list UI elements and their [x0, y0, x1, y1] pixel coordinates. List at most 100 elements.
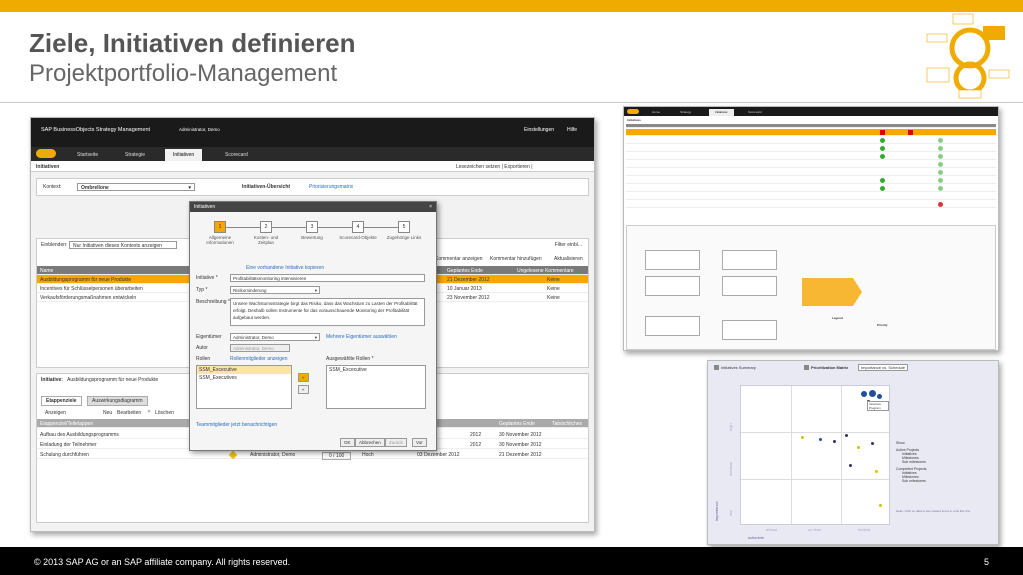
tab-impact-diagram[interactable]: Auswirkungsdiagramm: [87, 396, 148, 406]
toolbar-actions[interactable]: Lesezeichen setzen | Exportieren |: [456, 164, 533, 170]
show-comment[interactable]: Kommentar anzeigen: [435, 256, 483, 262]
add-role-button[interactable]: »: [298, 373, 309, 382]
overview-tab[interactable]: Initiativen-Übersicht: [242, 184, 290, 190]
selected-roles-list[interactable]: SSM_Excecutive: [326, 365, 426, 409]
matrix-point[interactable]: [861, 391, 867, 397]
tab-scorecard[interactable]: Scorecard: [742, 109, 768, 116]
show-role-members-link[interactable]: Rollenmitglieder anzeigen: [230, 356, 288, 362]
step-1[interactable]: 1: [214, 221, 226, 233]
help-link[interactable]: Hilfe: [567, 127, 577, 133]
chevron-down-icon: ▾: [188, 185, 191, 191]
app-menu-button[interactable]: [627, 109, 639, 114]
chevron-down-icon: ▾: [314, 335, 317, 340]
tab-initiatives-summary[interactable]: Initiatives Summary: [721, 365, 756, 370]
matrix-point[interactable]: [819, 438, 822, 441]
list-item[interactable]: SSM_Excecutive: [197, 366, 291, 374]
list-item[interactable]: SSM_Executives: [197, 374, 291, 382]
matrix-tooltip: Incentive Program: [867, 401, 889, 411]
tab-strategy[interactable]: Strategie: [117, 149, 153, 161]
description-textarea[interactable]: Unsere Wachstumsstrategie birgt das Risi…: [230, 298, 425, 326]
matrix-point[interactable]: [857, 446, 860, 449]
table-row[interactable]: [626, 193, 996, 200]
ok-button[interactable]: OK: [340, 438, 355, 447]
y-tick: medium: [728, 461, 733, 476]
step-3[interactable]: 3: [306, 221, 318, 233]
legend-item[interactable]: Sub milestones: [896, 479, 992, 483]
filter-toggle[interactable]: Filter einbl...: [555, 242, 582, 248]
legend-item[interactable]: Sub milestones: [896, 460, 992, 464]
matrix-point[interactable]: [875, 470, 878, 473]
matrix-point[interactable]: [871, 442, 874, 445]
tab-scorecard[interactable]: Scorecard: [217, 149, 256, 161]
diagram-node[interactable]: [645, 276, 700, 296]
selected-roles-label: Ausgewählte Rollen *: [326, 356, 374, 362]
table-row[interactable]: Schulung durchführen Administrator, Demo…: [37, 450, 588, 460]
matrix-point[interactable]: [849, 464, 852, 467]
settings-link[interactable]: Einstellungen: [524, 127, 554, 133]
x-tick: ahead: [766, 527, 778, 532]
back-button[interactable]: Zurück: [385, 438, 407, 447]
remove-role-button[interactable]: «: [298, 385, 309, 394]
matrix-point[interactable]: [833, 440, 836, 443]
new-button[interactable]: Neu: [103, 410, 112, 416]
multiple-owners-link[interactable]: Mehrere Eigentümer auswählen: [326, 334, 397, 340]
diagram-node[interactable]: [645, 250, 700, 270]
delete-icon[interactable]: ✕: [147, 409, 151, 415]
roles-label: Rollen: [196, 356, 211, 362]
matrix-select[interactable]: Importance vs. Schedule: [858, 364, 909, 371]
matrix-link[interactable]: Priorisierungsmatrix: [309, 184, 353, 190]
roles-list[interactable]: SSM_Excecutive SSM_Executives: [196, 365, 292, 409]
owner-label: Eigentümer: [196, 334, 222, 340]
step-5[interactable]: 5: [398, 221, 410, 233]
table-row[interactable]: [626, 129, 996, 136]
filter-select[interactable]: Nur Initiativen dieses Kontexts anzeigen: [69, 241, 177, 249]
tab-home[interactable]: Startseite: [69, 149, 106, 161]
close-icon[interactable]: ×: [429, 204, 432, 210]
diagram-node[interactable]: [645, 316, 700, 336]
target-arrow-node[interactable]: [802, 278, 862, 306]
diagram-node[interactable]: [722, 276, 777, 296]
tab-prioritization-matrix[interactable]: Prioritization Matrix: [811, 365, 848, 370]
refresh[interactable]: Aktualisieren: [554, 256, 583, 262]
context-select[interactable]: Ombrellone ▾: [77, 183, 195, 191]
next-button[interactable]: Vor: [412, 438, 427, 447]
y-axis-label: importance: [714, 501, 719, 521]
edit-button[interactable]: Bearbeiten: [117, 410, 141, 416]
matrix-point[interactable]: [845, 434, 848, 437]
tab-initiatives[interactable]: Initiatives: [709, 109, 734, 116]
matrix-point[interactable]: [801, 436, 804, 439]
matrix-point[interactable]: [869, 390, 876, 397]
app-menu-button[interactable]: [36, 149, 56, 158]
initiative-input[interactable]: Profitabilitätsmonitoring intensivieren: [230, 274, 425, 282]
add-comment[interactable]: Kommentar hinzufügen: [490, 256, 542, 262]
show-button[interactable]: Anzeigen: [45, 410, 66, 416]
matrix-point[interactable]: [879, 504, 882, 507]
delete-button[interactable]: Löschen: [155, 410, 174, 416]
cancel-button[interactable]: Abbrechen: [355, 438, 385, 447]
initiative-dialog: Initiativen × 1 2 3 4 5 Allgemeine Inform…: [189, 201, 437, 451]
notify-team-link[interactable]: Teammitglieder jetzt benachrichtigen: [196, 422, 277, 428]
status-green-icon: [880, 138, 885, 143]
matrix-point[interactable]: [877, 394, 882, 399]
tab-milestones[interactable]: Etappenziele: [41, 396, 82, 406]
step-4[interactable]: 4: [352, 221, 364, 233]
priority-label: Priority: [877, 323, 888, 327]
copy-initiative-link[interactable]: Eine vorhandene Initiative kopieren: [246, 265, 324, 271]
owner-select[interactable]: Administrator, Demo ▾: [230, 333, 320, 341]
tab-strategy[interactable]: Strategy: [674, 109, 697, 116]
status-flag-icon: [880, 130, 885, 135]
matrix-legend: Show Active Projects Initiatives Milesto…: [896, 441, 992, 511]
list-item[interactable]: SSM_Excecutive: [327, 366, 425, 374]
diagram-node[interactable]: [722, 320, 777, 340]
legend-label: Legend: [832, 316, 843, 320]
sub-toolbar: Initiativen Lesezeichen setzen | Exporti…: [31, 161, 594, 172]
tab-home[interactable]: Home: [646, 109, 666, 116]
diagram-node[interactable]: [722, 250, 777, 270]
step-label: Allgemeine Informationen: [206, 235, 234, 245]
filter-label: Einblenden:: [41, 242, 68, 248]
step-2[interactable]: 2: [260, 221, 272, 233]
tab-initiatives[interactable]: Initiativen: [165, 149, 203, 161]
divider: [0, 102, 1023, 103]
step-label: Kosten- und Zeitplan: [253, 235, 279, 245]
type-select[interactable]: Risikominderung ▾: [230, 286, 320, 294]
